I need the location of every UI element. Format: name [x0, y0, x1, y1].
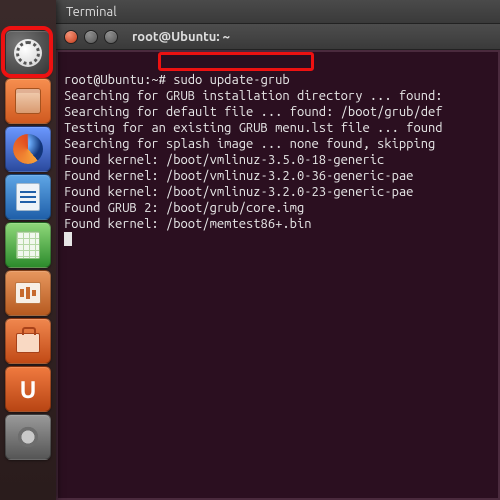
terminal-output-line: Found kernel: /boot/memtest86+.bin: [64, 217, 312, 231]
launcher-impress[interactable]: [5, 270, 51, 316]
menubar-app-label: Terminal: [66, 5, 117, 19]
terminal-output-line: Searching for default file ... found: /b…: [64, 105, 443, 119]
terminal-output-line: Searching for GRUB installation director…: [64, 89, 443, 103]
prompt-suffix: #: [159, 73, 166, 87]
terminal-command: sudo update-grub: [173, 73, 289, 87]
global-menubar[interactable]: Terminal: [56, 0, 500, 24]
terminal-viewport[interactable]: root@Ubuntu:~# sudo update-grub Searchin…: [56, 50, 500, 500]
launcher-firefox[interactable]: [5, 126, 51, 172]
terminal-output-line: Found kernel: /boot/vmlinuz-3.2.0-36-gen…: [64, 169, 413, 183]
terminal-cursor: [64, 232, 72, 246]
highlight-command: [158, 52, 314, 71]
launcher-settings[interactable]: [5, 414, 51, 460]
launcher-dash-home[interactable]: [5, 30, 51, 76]
software-center-icon: [16, 333, 40, 353]
files-icon: [15, 88, 41, 114]
launcher-calc[interactable]: [5, 222, 51, 268]
terminal-output-line: Found kernel: /boot/vmlinuz-3.2.0-23-gen…: [64, 185, 413, 199]
unity-launcher: U: [0, 0, 56, 500]
terminal-output-line: Found kernel: /boot/vmlinuz-3.5.0-18-gen…: [64, 153, 384, 167]
prompt-user-host: root@Ubuntu: [64, 73, 144, 87]
launcher-writer[interactable]: [5, 174, 51, 220]
calc-icon: [16, 231, 40, 259]
terminal-output-line: Testing for an existing GRUB menu.lst fi…: [64, 121, 443, 135]
launcher-files[interactable]: [5, 78, 51, 124]
firefox-icon: [13, 134, 43, 164]
gear-icon: [15, 424, 41, 450]
window-close-button[interactable]: [64, 30, 78, 44]
launcher-ubuntu-one[interactable]: U: [5, 366, 51, 412]
ubuntu-one-icon: U: [20, 376, 37, 403]
terminal-output-line: Searching for splash image ... none foun…: [64, 137, 443, 151]
window-titlebar[interactable]: root@Ubuntu: ~: [56, 24, 500, 50]
window-maximize-button[interactable]: [104, 30, 118, 44]
writer-icon: [16, 183, 40, 211]
ubuntu-logo-icon: [14, 39, 42, 67]
window-title: root@Ubuntu: ~: [132, 30, 230, 44]
terminal-output-line: Found GRUB 2: /boot/grub/core.img: [64, 201, 304, 215]
terminal-prompt-line: root@Ubuntu:~# sudo update-grub: [64, 73, 290, 87]
launcher-software-center[interactable]: [5, 318, 51, 364]
window-minimize-button[interactable]: [84, 30, 98, 44]
prompt-path: ~: [151, 73, 158, 87]
impress-icon: [15, 282, 41, 304]
main-area: Terminal root@Ubuntu: ~ root@Ubuntu:~# s…: [56, 0, 500, 500]
